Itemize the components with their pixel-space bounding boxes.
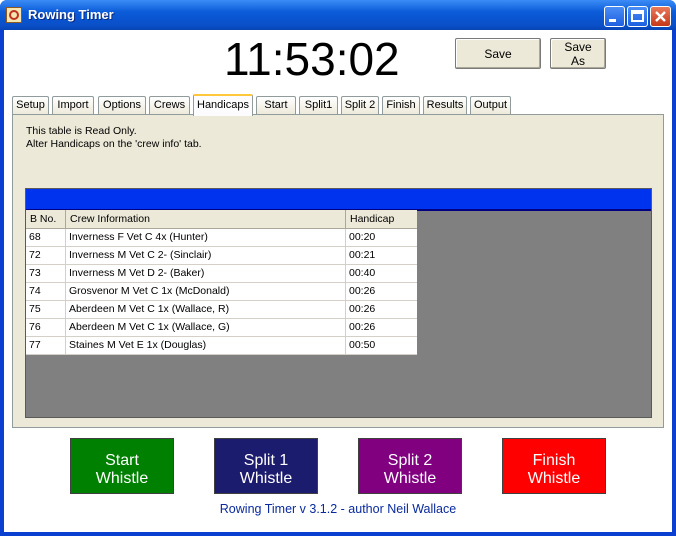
save-as-button[interactable]: Save As xyxy=(550,38,606,69)
finish-whistle-line1: Finish xyxy=(532,452,576,469)
app-window: Rowing Timer 11:53:02 Save Save As Setup… xyxy=(0,0,676,536)
header-crew-information[interactable]: Crew Information xyxy=(66,210,346,228)
client-area: 11:53:02 Save Save As Setup Import Optio… xyxy=(4,30,672,532)
tab-split1[interactable]: Split1 xyxy=(299,96,338,115)
cell-handicap: 00:40 xyxy=(349,267,376,279)
cell-b-no: 75 xyxy=(26,301,66,318)
split2-whistle-line1: Split 2 xyxy=(387,452,433,469)
split1-whistle-line2: Whistle xyxy=(239,470,293,487)
table-row[interactable]: 74 Grosvenor M Vet C 1x (McDonald) 00:26 xyxy=(26,283,417,301)
tab-finish[interactable]: Finish xyxy=(382,96,420,115)
handicaps-grid[interactable]: B No. Crew Information Handicap 68 Inver… xyxy=(25,188,652,418)
grid-caption-bar xyxy=(26,189,651,211)
table-row[interactable]: 75 Aberdeen M Vet C 1x (Wallace, R) 00:2… xyxy=(26,301,417,319)
cell-crew: Inverness M Vet C 2- (Sinclair) xyxy=(66,247,346,264)
maximize-icon[interactable] xyxy=(627,6,648,27)
tab-options[interactable]: Options xyxy=(98,96,146,115)
tab-start[interactable]: Start xyxy=(256,96,296,115)
split2-whistle-button[interactable]: Split 2 Whistle xyxy=(358,438,462,494)
cell-b-no: 73 xyxy=(26,265,66,282)
handicaps-table: B No. Crew Information Handicap 68 Inver… xyxy=(26,210,417,355)
close-icon[interactable] xyxy=(650,6,671,27)
start-whistle-line2: Whistle xyxy=(95,470,149,487)
cell-crew: Aberdeen M Vet C 1x (Wallace, G) xyxy=(66,319,346,336)
alter-handicaps-note: Alter Handicaps on the 'crew info' tab. xyxy=(26,138,202,150)
read-only-note: This table is Read Only. xyxy=(26,125,137,137)
cell-b-no: 68 xyxy=(26,229,66,246)
cell-crew: Inverness F Vet C 4x (Hunter) xyxy=(66,229,346,246)
start-whistle-button[interactable]: Start Whistle xyxy=(70,438,174,494)
cell-crew: Grosvenor M Vet C 1x (McDonald) xyxy=(66,283,346,300)
header-b-no[interactable]: B No. xyxy=(26,210,66,228)
finish-whistle-button[interactable]: Finish Whistle xyxy=(502,438,606,494)
cell-handicap: 00:21 xyxy=(349,249,376,261)
cell-handicap: 00:26 xyxy=(349,303,376,315)
tab-handicaps[interactable]: Handicaps xyxy=(193,94,253,116)
tab-results[interactable]: Results xyxy=(423,96,467,115)
tab-setup[interactable]: Setup xyxy=(12,96,49,115)
split1-whistle-line1: Split 1 xyxy=(243,452,289,469)
cell-b-no: 77 xyxy=(26,337,66,354)
tab-import[interactable]: Import xyxy=(52,96,94,115)
cell-handicap: 00:20 xyxy=(349,231,376,243)
cell-b-no: 76 xyxy=(26,319,66,336)
cell-handicap: 00:26 xyxy=(349,321,376,333)
tab-split2[interactable]: Split 2 xyxy=(341,96,379,115)
minimize-icon[interactable] xyxy=(604,6,625,27)
cell-crew: Aberdeen M Vet C 1x (Wallace, R) xyxy=(66,301,346,318)
header-handicap[interactable]: Handicap xyxy=(346,210,417,228)
cell-crew: Staines M Vet E 1x (Douglas) xyxy=(66,337,346,354)
clock-display: 11:53:02 xyxy=(224,33,400,85)
table-row[interactable]: 68 Inverness F Vet C 4x (Hunter) 00:20 xyxy=(26,229,417,247)
table-row[interactable]: 73 Inverness M Vet D 2- (Baker) 00:40 xyxy=(26,265,417,283)
cell-handicap: 00:50 xyxy=(349,339,376,351)
tab-crews[interactable]: Crews xyxy=(149,96,190,115)
version-footer: Rowing Timer v 3.1.2 - author Neil Walla… xyxy=(219,502,457,516)
handicaps-panel: This table is Read Only. Alter Handicaps… xyxy=(12,114,664,428)
cell-crew: Inverness M Vet D 2- (Baker) xyxy=(66,265,346,282)
split2-whistle-line2: Whistle xyxy=(383,470,437,487)
table-row[interactable]: 77 Staines M Vet E 1x (Douglas) 00:50 xyxy=(26,337,417,355)
cell-b-no: 72 xyxy=(26,247,66,264)
title-bar[interactable]: Rowing Timer xyxy=(0,0,676,30)
window-title: Rowing Timer xyxy=(28,7,114,22)
split1-whistle-button[interactable]: Split 1 Whistle xyxy=(214,438,318,494)
tab-output[interactable]: Output xyxy=(470,96,511,115)
cell-b-no: 74 xyxy=(26,283,66,300)
table-header: B No. Crew Information Handicap xyxy=(26,210,417,229)
table-row[interactable]: 76 Aberdeen M Vet C 1x (Wallace, G) 00:2… xyxy=(26,319,417,337)
app-icon[interactable] xyxy=(6,7,22,23)
cell-handicap: 00:26 xyxy=(349,285,376,297)
table-row[interactable]: 72 Inverness M Vet C 2- (Sinclair) 00:21 xyxy=(26,247,417,265)
save-button[interactable]: Save xyxy=(455,38,541,69)
finish-whistle-line2: Whistle xyxy=(527,470,581,487)
start-whistle-line1: Start xyxy=(105,452,139,469)
